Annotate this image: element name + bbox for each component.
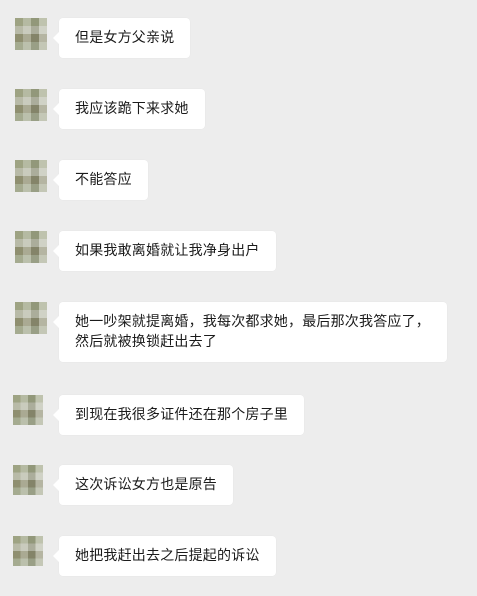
- message-bubble[interactable]: 这次诉讼女方也是原告: [53, 465, 233, 505]
- avatar[interactable]: [13, 395, 43, 425]
- message-text: 我应该跪下来求她: [75, 101, 189, 117]
- message-text: 这次诉讼女方也是原告: [75, 477, 217, 493]
- message-bubble[interactable]: 我应该跪下来求她: [53, 89, 205, 129]
- message-text: 她一吵架就提离婚，我每次都求她，最后那次我答应了，然后就被换锁赶出去了: [75, 314, 430, 350]
- avatar[interactable]: [15, 160, 47, 192]
- avatar[interactable]: [15, 302, 47, 334]
- message-bubble[interactable]: 她把我赶出去之后提起的诉讼: [53, 536, 276, 576]
- chat-thread: 但是女方父亲说 我应该跪下来求她 不能答应 如果我敢离婚就让我净身出户 她一吵架…: [0, 0, 477, 596]
- avatar[interactable]: [15, 18, 47, 50]
- message-text: 不能答应: [75, 172, 132, 188]
- message-bubble[interactable]: 如果我敢离婚就让我净身出户: [53, 231, 276, 271]
- message-bubble[interactable]: 到现在我很多证件还在那个房子里: [53, 395, 304, 435]
- message-text: 如果我敢离婚就让我净身出户: [75, 243, 260, 259]
- avatar[interactable]: [15, 231, 47, 263]
- avatar[interactable]: [15, 89, 47, 121]
- avatar[interactable]: [13, 536, 43, 566]
- message-bubble[interactable]: 不能答应: [53, 160, 148, 200]
- message-bubble[interactable]: 但是女方父亲说: [52, 18, 191, 58]
- message-bubble[interactable]: 她一吵架就提离婚，我每次都求她，最后那次我答应了，然后就被换锁赶出去了: [53, 302, 447, 362]
- avatar[interactable]: [13, 465, 43, 495]
- message-text: 到现在我很多证件还在那个房子里: [75, 407, 288, 423]
- message-text: 但是女方父亲说: [75, 30, 175, 46]
- message-text: 她把我赶出去之后提起的诉讼: [75, 548, 260, 564]
